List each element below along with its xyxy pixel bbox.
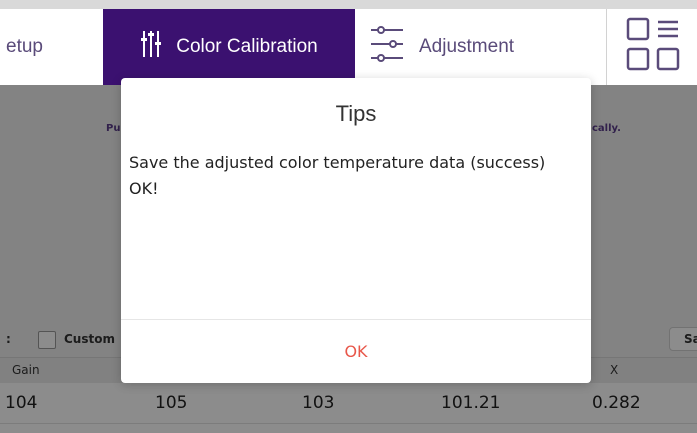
dialog-message: Save the adjusted color temperature data… xyxy=(129,150,584,202)
dialog-footer: OK xyxy=(121,319,591,383)
adjust-sliders-icon xyxy=(369,24,405,70)
ok-button[interactable]: OK xyxy=(121,320,591,383)
tab-adjustment[interactable]: Adjustment xyxy=(357,9,604,85)
dialog-message-line: OK! xyxy=(129,179,159,198)
grid-menu-icon xyxy=(625,16,681,78)
tab-setup-label: etup xyxy=(6,36,43,57)
menu-button[interactable] xyxy=(606,9,697,85)
sliders-icon xyxy=(140,29,162,65)
dialog-title: Tips xyxy=(335,101,377,126)
tab-adjustment-label: Adjustment xyxy=(419,36,515,57)
top-strip xyxy=(0,0,697,9)
tab-setup[interactable]: etup xyxy=(0,9,109,85)
top-nav: etup Color Calibration Adjustment xyxy=(0,9,697,85)
dialog-message-line: Save the adjusted color temperature data… xyxy=(129,153,546,172)
tab-color-calibration[interactable]: Color Calibration xyxy=(103,9,355,85)
tips-dialog: Tips Save the adjusted color temperature… xyxy=(121,78,591,383)
tab-color-calibration-label: Color Calibration xyxy=(176,36,318,57)
